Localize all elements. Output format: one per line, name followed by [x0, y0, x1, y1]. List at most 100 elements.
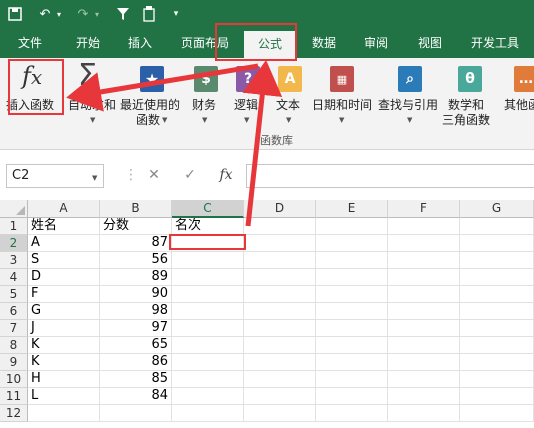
cell-c1[interactable]: 名次 [172, 218, 244, 235]
tab-review[interactable]: 审阅 [354, 28, 398, 58]
cell-b4[interactable]: 89 [100, 269, 172, 286]
cell-b5[interactable]: 90 [100, 286, 172, 303]
cell-a10[interactable]: H [28, 371, 100, 388]
cell-b12[interactable] [100, 405, 172, 422]
name-box[interactable]: C2 [6, 164, 104, 188]
cell-a6[interactable]: G [28, 303, 100, 320]
cell-c8[interactable] [172, 337, 244, 354]
cell-e6[interactable] [316, 303, 388, 320]
cell-b11[interactable]: 84 [100, 388, 172, 405]
text-button[interactable]: A 文本 ▼ [274, 60, 306, 128]
row-header-10[interactable]: 10 [0, 371, 28, 388]
cell-a2[interactable]: A [28, 235, 100, 252]
cell-c4[interactable] [172, 269, 244, 286]
cell-g2[interactable] [460, 235, 534, 252]
cell-c9[interactable] [172, 354, 244, 371]
cell-a3[interactable]: S [28, 252, 100, 269]
cell-d1[interactable] [244, 218, 316, 235]
cell-d3[interactable] [244, 252, 316, 269]
cell-g10[interactable] [460, 371, 534, 388]
cell-d11[interactable] [244, 388, 316, 405]
cell-g9[interactable] [460, 354, 534, 371]
row-header-4[interactable]: 4 [0, 269, 28, 286]
redo-dropdown-icon[interactable]: ▾ [93, 4, 101, 24]
cell-e2[interactable] [316, 235, 388, 252]
cell-e9[interactable] [316, 354, 388, 371]
cell-d4[interactable] [244, 269, 316, 286]
cell-a1[interactable]: 姓名 [28, 218, 100, 235]
select-all-corner[interactable] [0, 200, 28, 218]
customize-qat-icon[interactable]: ▾ [170, 4, 182, 24]
cell-d6[interactable] [244, 303, 316, 320]
financial-button[interactable]: $ 财务 ▼ [190, 60, 222, 128]
cell-g3[interactable] [460, 252, 534, 269]
cancel-icon[interactable]: ✕ [140, 164, 168, 188]
more-functions-button[interactable]: … 其他函 [500, 60, 534, 128]
cell-g4[interactable] [460, 269, 534, 286]
save-icon[interactable] [6, 4, 24, 24]
row-header-6[interactable]: 6 [0, 303, 28, 320]
cell-a4[interactable]: D [28, 269, 100, 286]
cell-f1[interactable] [388, 218, 460, 235]
cell-f8[interactable] [388, 337, 460, 354]
cell-c3[interactable] [172, 252, 244, 269]
cell-f12[interactable] [388, 405, 460, 422]
cell-e5[interactable] [316, 286, 388, 303]
cell-a11[interactable]: L [28, 388, 100, 405]
cell-f11[interactable] [388, 388, 460, 405]
row-header-1[interactable]: 1 [0, 218, 28, 235]
lookup-reference-button[interactable]: ⌕ 查找与引用 ▼ [378, 60, 442, 128]
cell-c6[interactable] [172, 303, 244, 320]
column-header-d[interactable]: D [244, 200, 316, 218]
cell-b9[interactable]: 86 [100, 354, 172, 371]
cell-b7[interactable]: 97 [100, 320, 172, 337]
insert-function-fx-icon[interactable]: fx [212, 164, 240, 188]
cell-d9[interactable] [244, 354, 316, 371]
row-header-7[interactable]: 7 [0, 320, 28, 337]
column-header-b[interactable]: B [100, 200, 172, 218]
cell-c12[interactable] [172, 405, 244, 422]
cell-a12[interactable] [28, 405, 100, 422]
column-header-g[interactable]: G [460, 200, 534, 218]
cell-g5[interactable] [460, 286, 534, 303]
cell-d5[interactable] [244, 286, 316, 303]
cell-c5[interactable] [172, 286, 244, 303]
cell-b8[interactable]: 65 [100, 337, 172, 354]
cell-e10[interactable] [316, 371, 388, 388]
row-header-8[interactable]: 8 [0, 337, 28, 354]
name-box-dropdown-icon[interactable]: ▼ [92, 174, 97, 182]
cell-e12[interactable] [316, 405, 388, 422]
math-trig-button[interactable]: θ 数学和 三角函数 ▼ [442, 60, 494, 128]
tab-developer[interactable]: 开发工具 [462, 28, 528, 58]
filter-icon[interactable] [114, 4, 132, 24]
tab-insert[interactable]: 插入 [116, 28, 164, 58]
row-header-9[interactable]: 9 [0, 354, 28, 371]
cell-e11[interactable] [316, 388, 388, 405]
tab-home[interactable]: 开始 [64, 28, 112, 58]
cell-g8[interactable] [460, 337, 534, 354]
cell-a8[interactable]: K [28, 337, 100, 354]
row-header-5[interactable]: 5 [0, 286, 28, 303]
column-header-e[interactable]: E [316, 200, 388, 218]
undo-icon[interactable]: ↶ [36, 4, 54, 24]
cell-b3[interactable]: 56 [100, 252, 172, 269]
cell-c7[interactable] [172, 320, 244, 337]
cell-e3[interactable] [316, 252, 388, 269]
cell-f7[interactable] [388, 320, 460, 337]
tab-view[interactable]: 视图 [408, 28, 452, 58]
cell-b6[interactable]: 98 [100, 303, 172, 320]
cell-b2[interactable]: 87 [100, 235, 172, 252]
cell-a7[interactable]: J [28, 320, 100, 337]
touch-mode-icon[interactable] [140, 4, 158, 24]
logical-button[interactable]: ? 逻辑 ▼ [232, 60, 264, 128]
cell-g1[interactable] [460, 218, 534, 235]
redo-icon[interactable]: ↷ [74, 4, 92, 24]
row-header-12[interactable]: 12 [0, 405, 28, 422]
column-header-c[interactable]: C [172, 200, 244, 218]
enter-icon[interactable]: ✓ [176, 164, 204, 188]
cell-b1[interactable]: 分数 [100, 218, 172, 235]
row-header-11[interactable]: 11 [0, 388, 28, 405]
cell-d10[interactable] [244, 371, 316, 388]
tab-file[interactable]: 文件 [6, 28, 54, 58]
cell-f2[interactable] [388, 235, 460, 252]
